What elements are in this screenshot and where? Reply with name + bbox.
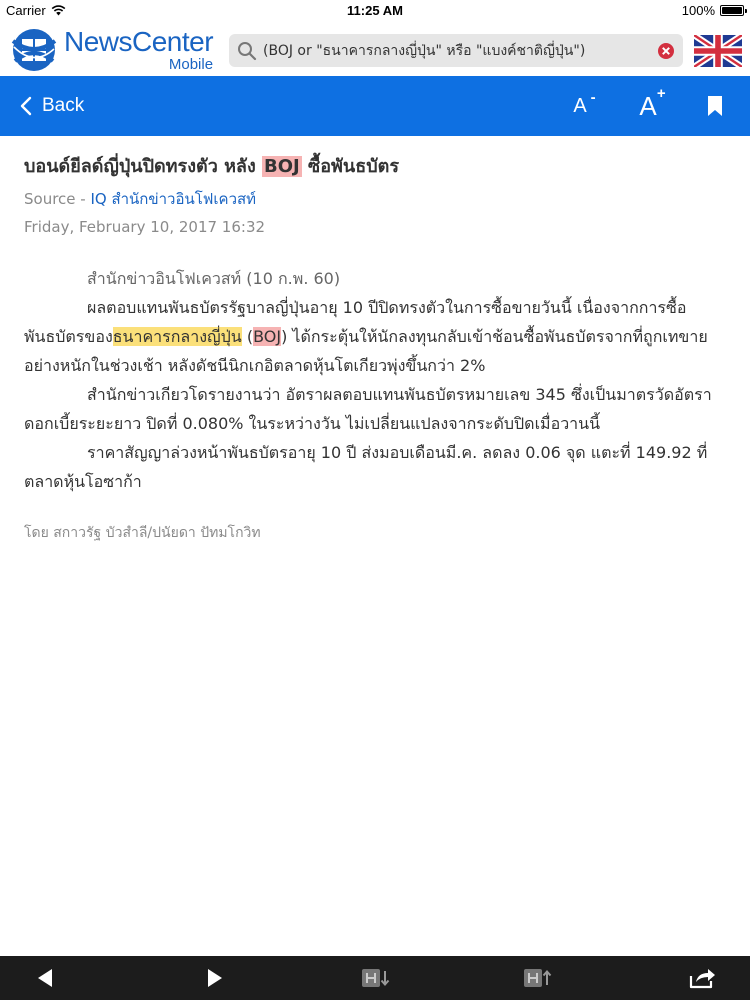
highlight-down-button[interactable]	[358, 956, 394, 1000]
status-bar: Carrier 11:25 AM 100%	[0, 0, 750, 22]
clear-icon[interactable]	[657, 42, 675, 60]
uk-flag-icon[interactable]	[694, 35, 742, 67]
triangle-right-icon	[208, 969, 222, 987]
font-increase-icon: A +	[639, 84, 666, 121]
paragraph-2: สำนักข่าวเกียวโดรายงานว่า อัตราผลตอบแทนพ…	[24, 385, 712, 433]
source-link[interactable]: IQ สำนักข่าวอินโฟเควสท์	[90, 190, 256, 208]
app-header: NewsCenter Mobile	[0, 22, 750, 76]
highlight-down-icon	[362, 969, 390, 987]
logo-subtitle: Mobile	[168, 56, 214, 73]
nav-bar: Back A- A +	[0, 76, 750, 136]
article-byline: โดย สกาวรัฐ บัวสำลี/ปนัยดา ปัทมโกวิท	[24, 525, 261, 541]
article-body: สำนักข่าวอินโฟเควสท์ (10 ก.พ. 60) ผลตอบแ…	[24, 264, 726, 496]
font-decrease-button[interactable]: A-	[562, 76, 598, 136]
share-button[interactable]	[684, 956, 720, 1000]
article-source: Source - IQ สำนักข่าวอินโฟเควสท์	[24, 188, 726, 210]
triangle-left-icon	[38, 969, 52, 987]
back-label: Back	[42, 95, 85, 116]
bookmark-button[interactable]	[700, 76, 730, 136]
headline-keyword-highlight: BOJ	[262, 156, 302, 177]
search-input[interactable]	[257, 34, 657, 67]
paragraph-1: ผลตอบแทนพันธบัตรรัฐบาลญี่ปุ่นอายุ 10 ปีป…	[24, 298, 708, 375]
share-icon	[689, 969, 715, 989]
highlight-up-icon	[524, 969, 552, 987]
battery-percent: 100%	[681, 3, 715, 18]
clock: 11:25 AM	[347, 3, 403, 18]
article-headline: บอนด์ยีลด์ญี่ปุ่นปิดทรงตัว หลัง BOJ ซื้อ…	[24, 156, 399, 177]
article: บอนด์ยีลด์ญี่ปุ่นปิดทรงตัว หลัง BOJ ซื้อ…	[24, 152, 726, 544]
previous-article-button[interactable]	[30, 956, 60, 1000]
battery-icon	[720, 5, 747, 16]
font-decrease-icon: A-	[573, 88, 596, 117]
font-increase-button[interactable]: A +	[628, 76, 668, 136]
highlight-up-button[interactable]	[520, 956, 556, 1000]
bottom-toolbar	[0, 956, 750, 1000]
article-dateline: สำนักข่าวอินโฟเควสท์ (10 ก.พ. 60)	[87, 269, 341, 288]
paragraph-3: ราคาสัญญาล่วงหน้าพันธบัตรอายุ 10 ปี ส่งม…	[24, 443, 708, 491]
battery-indicator: 100%	[681, 3, 747, 18]
battery-fill	[722, 7, 742, 14]
article-date: Friday, February 10, 2017 16:32	[24, 218, 266, 236]
next-article-button[interactable]	[200, 956, 230, 1000]
logo-title: NewsCenter	[64, 26, 214, 57]
search-bar[interactable]	[229, 34, 683, 67]
keyword-highlight-pink: BOJ	[253, 327, 282, 346]
newscenter-logo[interactable]: NewsCenter Mobile	[10, 26, 214, 73]
chevron-left-icon	[20, 96, 32, 116]
bookmark-icon	[708, 96, 722, 116]
back-button[interactable]: Back	[20, 76, 84, 136]
source-label: Source -	[24, 190, 91, 208]
search-icon	[238, 41, 257, 60]
globe-logo-icon	[11, 29, 57, 71]
keyword-highlight-yellow: ธนาคารกลางญี่ปุ่น	[112, 327, 242, 346]
